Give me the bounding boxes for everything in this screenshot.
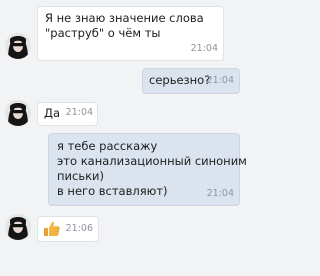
thumbs-up-icon [43,220,61,242]
avatar[interactable] [5,100,31,126]
message-bubble: Я не знаю значение слова "раструб" о чём… [37,6,224,61]
message-text-line: в него вставляют) [57,184,168,198]
message-time: 21:04 [206,188,234,199]
avatar[interactable] [5,214,31,240]
message-bubble: я тебе расскажу это канализационный сино… [48,133,247,206]
message-time: 21:04 [65,107,93,118]
message-time: 21:04 [206,75,234,86]
message-text-line: это канализационный синоним [57,154,247,168]
message-text-line: письки) [57,169,104,183]
message-bubble: серьезно? 21:04 [142,68,240,94]
message-bubble: Да 21:04 [37,102,98,126]
chat-history: Я не знаю значение слова "раструб" о чём… [0,0,248,276]
message-text-line: Я не знаю значение слова [45,11,204,25]
message-text-line: я тебе расскажу [57,139,158,153]
message-text-line: "раструб" о чём ты [45,26,161,40]
message-time: 21:06 [65,223,93,234]
avatar[interactable] [5,33,31,59]
message-time: 21:04 [190,43,218,54]
message-bubble: 21:06 [37,216,99,242]
